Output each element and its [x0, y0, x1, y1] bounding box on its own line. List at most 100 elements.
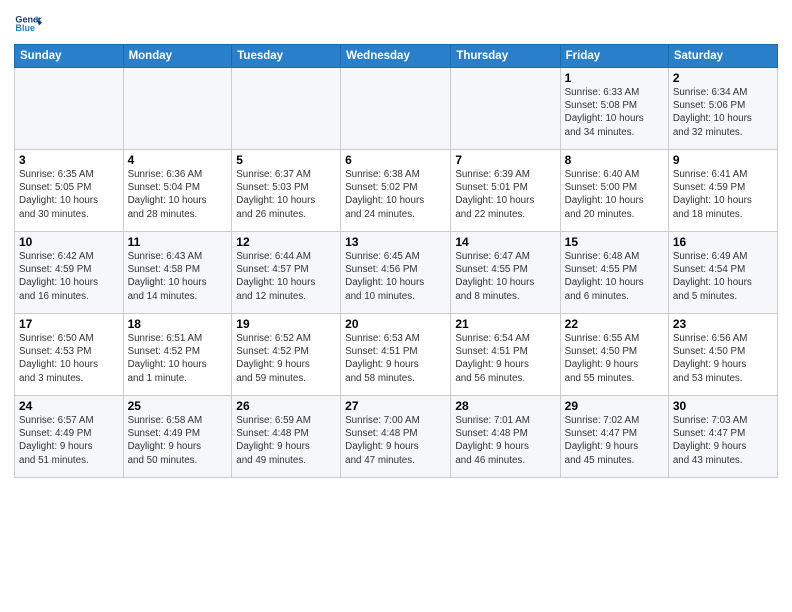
- day-number: 7: [455, 153, 555, 167]
- day-info: Sunrise: 6:54 AM Sunset: 4:51 PM Dayligh…: [455, 332, 555, 385]
- calendar-cell: 15Sunrise: 6:48 AM Sunset: 4:55 PM Dayli…: [560, 232, 668, 314]
- day-info: Sunrise: 6:38 AM Sunset: 5:02 PM Dayligh…: [345, 168, 446, 221]
- calendar-cell: 18Sunrise: 6:51 AM Sunset: 4:52 PM Dayli…: [123, 314, 232, 396]
- day-info: Sunrise: 6:37 AM Sunset: 5:03 PM Dayligh…: [236, 168, 336, 221]
- calendar-cell: 30Sunrise: 7:03 AM Sunset: 4:47 PM Dayli…: [668, 396, 777, 478]
- calendar-cell: 24Sunrise: 6:57 AM Sunset: 4:49 PM Dayli…: [15, 396, 124, 478]
- day-number: 12: [236, 235, 336, 249]
- weekday-header-tuesday: Tuesday: [232, 45, 341, 68]
- weekday-header-saturday: Saturday: [668, 45, 777, 68]
- day-number: 23: [673, 317, 773, 331]
- calendar-cell: 23Sunrise: 6:56 AM Sunset: 4:50 PM Dayli…: [668, 314, 777, 396]
- day-number: 10: [19, 235, 119, 249]
- day-number: 17: [19, 317, 119, 331]
- day-number: 4: [128, 153, 228, 167]
- calendar-table: SundayMondayTuesdayWednesdayThursdayFrid…: [14, 44, 778, 478]
- day-info: Sunrise: 6:39 AM Sunset: 5:01 PM Dayligh…: [455, 168, 555, 221]
- calendar-cell: 26Sunrise: 6:59 AM Sunset: 4:48 PM Dayli…: [232, 396, 341, 478]
- day-info: Sunrise: 6:55 AM Sunset: 4:50 PM Dayligh…: [565, 332, 664, 385]
- calendar-cell: 21Sunrise: 6:54 AM Sunset: 4:51 PM Dayli…: [451, 314, 560, 396]
- calendar-cell: 4Sunrise: 6:36 AM Sunset: 5:04 PM Daylig…: [123, 150, 232, 232]
- calendar-cell: [232, 68, 341, 150]
- calendar-cell: [341, 68, 451, 150]
- day-info: Sunrise: 6:35 AM Sunset: 5:05 PM Dayligh…: [19, 168, 119, 221]
- calendar-cell: 12Sunrise: 6:44 AM Sunset: 4:57 PM Dayli…: [232, 232, 341, 314]
- day-info: Sunrise: 6:50 AM Sunset: 4:53 PM Dayligh…: [19, 332, 119, 385]
- calendar-cell: 17Sunrise: 6:50 AM Sunset: 4:53 PM Dayli…: [15, 314, 124, 396]
- week-row-1: 1Sunrise: 6:33 AM Sunset: 5:08 PM Daylig…: [15, 68, 778, 150]
- calendar-cell: 29Sunrise: 7:02 AM Sunset: 4:47 PM Dayli…: [560, 396, 668, 478]
- calendar-cell: [123, 68, 232, 150]
- day-number: 26: [236, 399, 336, 413]
- day-info: Sunrise: 6:57 AM Sunset: 4:49 PM Dayligh…: [19, 414, 119, 467]
- day-info: Sunrise: 6:47 AM Sunset: 4:55 PM Dayligh…: [455, 250, 555, 303]
- calendar-cell: 3Sunrise: 6:35 AM Sunset: 5:05 PM Daylig…: [15, 150, 124, 232]
- day-info: Sunrise: 6:45 AM Sunset: 4:56 PM Dayligh…: [345, 250, 446, 303]
- calendar-cell: 10Sunrise: 6:42 AM Sunset: 4:59 PM Dayli…: [15, 232, 124, 314]
- day-number: 11: [128, 235, 228, 249]
- week-row-4: 17Sunrise: 6:50 AM Sunset: 4:53 PM Dayli…: [15, 314, 778, 396]
- day-number: 20: [345, 317, 446, 331]
- day-info: Sunrise: 7:02 AM Sunset: 4:47 PM Dayligh…: [565, 414, 664, 467]
- day-number: 25: [128, 399, 228, 413]
- day-info: Sunrise: 6:49 AM Sunset: 4:54 PM Dayligh…: [673, 250, 773, 303]
- day-info: Sunrise: 6:44 AM Sunset: 4:57 PM Dayligh…: [236, 250, 336, 303]
- day-info: Sunrise: 6:41 AM Sunset: 4:59 PM Dayligh…: [673, 168, 773, 221]
- calendar-cell: 7Sunrise: 6:39 AM Sunset: 5:01 PM Daylig…: [451, 150, 560, 232]
- day-info: Sunrise: 7:03 AM Sunset: 4:47 PM Dayligh…: [673, 414, 773, 467]
- calendar-cell: [15, 68, 124, 150]
- day-info: Sunrise: 7:01 AM Sunset: 4:48 PM Dayligh…: [455, 414, 555, 467]
- day-number: 29: [565, 399, 664, 413]
- day-number: 14: [455, 235, 555, 249]
- calendar-cell: 20Sunrise: 6:53 AM Sunset: 4:51 PM Dayli…: [341, 314, 451, 396]
- day-info: Sunrise: 6:36 AM Sunset: 5:04 PM Dayligh…: [128, 168, 228, 221]
- day-number: 28: [455, 399, 555, 413]
- day-number: 22: [565, 317, 664, 331]
- day-info: Sunrise: 6:33 AM Sunset: 5:08 PM Dayligh…: [565, 86, 664, 139]
- calendar-cell: 6Sunrise: 6:38 AM Sunset: 5:02 PM Daylig…: [341, 150, 451, 232]
- day-info: Sunrise: 6:52 AM Sunset: 4:52 PM Dayligh…: [236, 332, 336, 385]
- calendar-cell: 2Sunrise: 6:34 AM Sunset: 5:06 PM Daylig…: [668, 68, 777, 150]
- calendar-cell: 16Sunrise: 6:49 AM Sunset: 4:54 PM Dayli…: [668, 232, 777, 314]
- day-number: 2: [673, 71, 773, 85]
- calendar-cell: 27Sunrise: 7:00 AM Sunset: 4:48 PM Dayli…: [341, 396, 451, 478]
- day-number: 21: [455, 317, 555, 331]
- week-row-3: 10Sunrise: 6:42 AM Sunset: 4:59 PM Dayli…: [15, 232, 778, 314]
- calendar-cell: 28Sunrise: 7:01 AM Sunset: 4:48 PM Dayli…: [451, 396, 560, 478]
- weekday-header-row: SundayMondayTuesdayWednesdayThursdayFrid…: [15, 45, 778, 68]
- day-info: Sunrise: 6:48 AM Sunset: 4:55 PM Dayligh…: [565, 250, 664, 303]
- week-row-2: 3Sunrise: 6:35 AM Sunset: 5:05 PM Daylig…: [15, 150, 778, 232]
- day-number: 18: [128, 317, 228, 331]
- day-number: 19: [236, 317, 336, 331]
- day-info: Sunrise: 6:43 AM Sunset: 4:58 PM Dayligh…: [128, 250, 228, 303]
- weekday-header-wednesday: Wednesday: [341, 45, 451, 68]
- calendar-cell: [451, 68, 560, 150]
- day-number: 5: [236, 153, 336, 167]
- day-number: 3: [19, 153, 119, 167]
- day-info: Sunrise: 6:42 AM Sunset: 4:59 PM Dayligh…: [19, 250, 119, 303]
- day-info: Sunrise: 6:58 AM Sunset: 4:49 PM Dayligh…: [128, 414, 228, 467]
- weekday-header-thursday: Thursday: [451, 45, 560, 68]
- calendar-cell: 11Sunrise: 6:43 AM Sunset: 4:58 PM Dayli…: [123, 232, 232, 314]
- weekday-header-monday: Monday: [123, 45, 232, 68]
- calendar-cell: 25Sunrise: 6:58 AM Sunset: 4:49 PM Dayli…: [123, 396, 232, 478]
- calendar-cell: 1Sunrise: 6:33 AM Sunset: 5:08 PM Daylig…: [560, 68, 668, 150]
- calendar-cell: 14Sunrise: 6:47 AM Sunset: 4:55 PM Dayli…: [451, 232, 560, 314]
- weekday-header-sunday: Sunday: [15, 45, 124, 68]
- day-info: Sunrise: 6:40 AM Sunset: 5:00 PM Dayligh…: [565, 168, 664, 221]
- header: General Blue: [14, 10, 778, 38]
- calendar-cell: 19Sunrise: 6:52 AM Sunset: 4:52 PM Dayli…: [232, 314, 341, 396]
- week-row-5: 24Sunrise: 6:57 AM Sunset: 4:49 PM Dayli…: [15, 396, 778, 478]
- day-number: 6: [345, 153, 446, 167]
- day-info: Sunrise: 6:59 AM Sunset: 4:48 PM Dayligh…: [236, 414, 336, 467]
- logo: General Blue: [14, 10, 46, 38]
- day-info: Sunrise: 6:53 AM Sunset: 4:51 PM Dayligh…: [345, 332, 446, 385]
- calendar-cell: 5Sunrise: 6:37 AM Sunset: 5:03 PM Daylig…: [232, 150, 341, 232]
- day-number: 8: [565, 153, 664, 167]
- page-container: General Blue SundayMondayTuesdayWednesda…: [0, 0, 792, 484]
- calendar-cell: 8Sunrise: 6:40 AM Sunset: 5:00 PM Daylig…: [560, 150, 668, 232]
- day-number: 30: [673, 399, 773, 413]
- calendar-cell: 13Sunrise: 6:45 AM Sunset: 4:56 PM Dayli…: [341, 232, 451, 314]
- svg-text:Blue: Blue: [15, 23, 35, 33]
- day-number: 24: [19, 399, 119, 413]
